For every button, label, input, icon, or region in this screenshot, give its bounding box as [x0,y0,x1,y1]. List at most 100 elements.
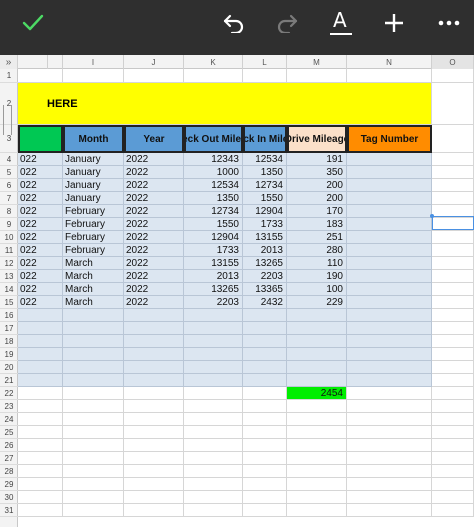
grid-cell[interactable] [18,504,63,517]
row-number[interactable]: 18 [0,335,18,348]
cell-month[interactable]: March [63,270,124,283]
grid-cell[interactable] [287,69,347,83]
cell-month[interactable]: January [63,166,124,179]
cell-drive-mileage[interactable]: 200 [287,192,347,205]
row-number[interactable]: 12 [0,257,18,270]
grid-cell[interactable] [184,413,243,426]
grid-cell[interactable] [432,413,474,426]
grid-cell[interactable] [18,465,63,478]
cell-tag-number[interactable] [347,192,432,205]
grid-cell[interactable] [432,69,474,83]
cell-year-partial[interactable] [18,374,63,387]
cell-tag-number[interactable] [347,348,432,361]
cell-tag-number[interactable] [347,361,432,374]
cell-year-partial[interactable] [18,335,63,348]
row-number[interactable]: 4 [0,153,18,166]
cell-year[interactable]: 2022 [124,231,184,244]
cell-drive-mileage[interactable]: 350 [287,166,347,179]
cell-year-partial[interactable]: 022 [18,166,63,179]
cell-year-partial[interactable]: 022 [18,192,63,205]
cell-month[interactable] [63,309,124,322]
grid-cell[interactable] [432,296,474,309]
grid-cell[interactable] [63,387,124,400]
cell-check-in[interactable]: 2432 [243,296,287,309]
row-number[interactable]: 6 [0,179,18,192]
cell-check-out[interactable]: 12904 [184,231,243,244]
add-button[interactable] [377,6,411,40]
cell-year[interactable]: 2022 [124,192,184,205]
grid-cell[interactable] [18,491,63,504]
text-format-button[interactable]: A [324,6,358,40]
column-header-k[interactable]: K [184,55,243,69]
grid-cell[interactable] [347,452,432,465]
cell-year[interactable]: 2022 [124,270,184,283]
cell-drive-mileage[interactable]: 280 [287,244,347,257]
cell-year-partial[interactable] [18,322,63,335]
cell-check-in[interactable] [243,322,287,335]
cell-check-out[interactable]: 1350 [184,192,243,205]
row-number[interactable]: 13 [0,270,18,283]
column-header-o[interactable]: O [432,55,474,69]
grid-cell[interactable] [347,387,432,400]
cell-year-partial[interactable]: 022 [18,179,63,192]
grid-cell[interactable] [184,465,243,478]
grid-cell[interactable] [432,322,474,335]
grid-cell[interactable] [432,179,474,192]
grid-cell[interactable] [347,426,432,439]
grid-cell[interactable] [243,439,287,452]
grid-cell[interactable] [432,361,474,374]
grid-cell[interactable] [347,400,432,413]
cell-year-partial[interactable]: 022 [18,257,63,270]
cell-check-out[interactable]: 1000 [184,166,243,179]
cell-year[interactable] [124,309,184,322]
cell-year[interactable]: 2022 [124,153,184,166]
grid-cell[interactable] [243,400,287,413]
collapse-columns-button[interactable]: » [0,55,18,69]
header-green-partial[interactable] [18,125,63,153]
header-year[interactable]: Year [124,125,184,153]
cell-tag-number[interactable] [347,218,432,231]
row-number[interactable]: 30 [0,491,18,504]
cell-check-in[interactable]: 1350 [243,166,287,179]
cell-month[interactable] [63,374,124,387]
cell-tag-number[interactable] [347,166,432,179]
row-number[interactable]: 29 [0,478,18,491]
cell-check-out[interactable]: 12534 [184,179,243,192]
cell-tag-number[interactable] [347,296,432,309]
cell-drive-mileage[interactable] [287,322,347,335]
cell-year-partial[interactable]: 022 [18,205,63,218]
grid-cell[interactable] [184,439,243,452]
cell-year[interactable]: 2022 [124,166,184,179]
grid-cell[interactable] [432,270,474,283]
grid-cell[interactable] [347,491,432,504]
cell-tag-number[interactable] [347,231,432,244]
grid-cell[interactable] [63,478,124,491]
grid-cell[interactable] [287,452,347,465]
row-resize-handle[interactable] [3,105,12,135]
cell-year-partial[interactable]: 022 [18,218,63,231]
grid-cell[interactable] [184,491,243,504]
cell-tag-number[interactable] [347,309,432,322]
grid-cell[interactable] [124,387,184,400]
grid-cell[interactable] [243,491,287,504]
column-header-i[interactable]: I [63,55,124,69]
grid-cell[interactable] [347,413,432,426]
grid-cell[interactable] [124,504,184,517]
grid-cell[interactable] [243,452,287,465]
header-check-in-mileage[interactable]: Check In Mileage [243,125,287,153]
cell-check-out[interactable]: 2203 [184,296,243,309]
cell-drive-mileage[interactable] [287,361,347,374]
grid-cell[interactable] [432,439,474,452]
grid-cell[interactable] [432,478,474,491]
cell-month[interactable]: March [63,296,124,309]
grid-cell[interactable] [432,335,474,348]
cell-year-partial[interactable]: 022 [18,153,63,166]
cell-year-partial[interactable]: 022 [18,296,63,309]
cell-check-out[interactable] [184,309,243,322]
cell-drive-mileage[interactable]: 229 [287,296,347,309]
cell-check-in[interactable] [243,348,287,361]
grid-cell[interactable] [124,413,184,426]
grid-cell[interactable] [184,69,243,83]
column-header-l[interactable]: L [243,55,287,69]
row-number[interactable]: 21 [0,374,18,387]
